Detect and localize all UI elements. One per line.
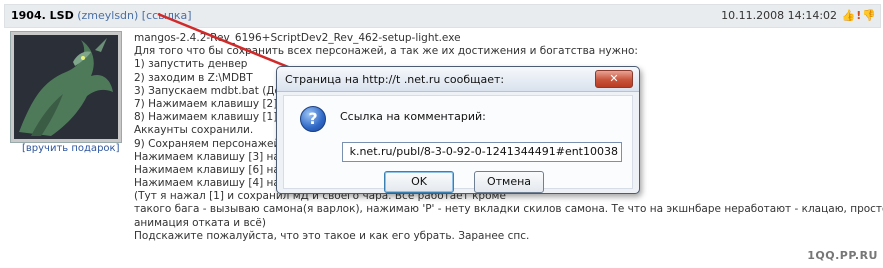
post-username-link[interactable]: (zmeylsdn): [77, 9, 138, 22]
thumbs-down-icon[interactable]: 👎: [862, 9, 876, 22]
post-author: LSD: [49, 9, 74, 22]
dialog-message: Ссылка на комментарий:: [340, 110, 486, 123]
dialog-titlebar[interactable]: Страница на http://t .net.ru сообщает: ✕: [277, 67, 639, 92]
post-line: Для того что бы сохранить всех персонаже…: [134, 45, 638, 58]
give-gift-link[interactable]: [вручить подарок]: [22, 143, 119, 154]
thumbs-up-icon[interactable]: 👍: [842, 9, 856, 22]
close-icon[interactable]: ✕: [595, 70, 633, 88]
post-header-left: 1904. LSD (zmeylsdn) [ссылка]: [11, 9, 192, 22]
cancel-button[interactable]: Отмена: [474, 171, 544, 193]
post-line: mangos-2.4.2-Rev_6196+ScriptDev2_Rev_462…: [134, 32, 461, 44]
ok-button[interactable]: OK: [384, 171, 454, 193]
post-line: Подскажите пожалуйста, что это такое и к…: [134, 229, 530, 242]
dragon-avatar-image: [11, 32, 121, 142]
post-header: 1904. LSD (zmeylsdn) [ссылка] 10.11.2008…: [4, 4, 881, 28]
post-line: такого бага - вызываю самона(я варлок), …: [134, 203, 883, 216]
dialog-body: ? Ссылка на комментарий: k.net.ru/publ/8…: [283, 95, 633, 193]
alert-dialog: Страница на http://t .net.ru сообщает: ✕…: [276, 66, 640, 194]
dialog-title: Страница на http://t .net.ru сообщает:: [285, 73, 505, 86]
post-number: 1904: [11, 9, 42, 22]
post-permalink[interactable]: [ссылка]: [142, 9, 192, 22]
post-header-right: 10.11.2008 14:14:02 👍!👎: [721, 9, 876, 22]
exclamation-icon[interactable]: !: [856, 9, 861, 22]
post-datetime: 10.11.2008 14:14:02: [721, 9, 838, 22]
post-line: анимация отката и всё): [134, 216, 266, 229]
watermark: 1QQ.PP.RU: [807, 249, 878, 262]
question-icon: ?: [300, 106, 326, 132]
comment-link-field[interactable]: k.net.ru/publ/8-3-0-92-0-1241344491#ent1…: [342, 142, 622, 162]
avatar: [10, 31, 122, 143]
